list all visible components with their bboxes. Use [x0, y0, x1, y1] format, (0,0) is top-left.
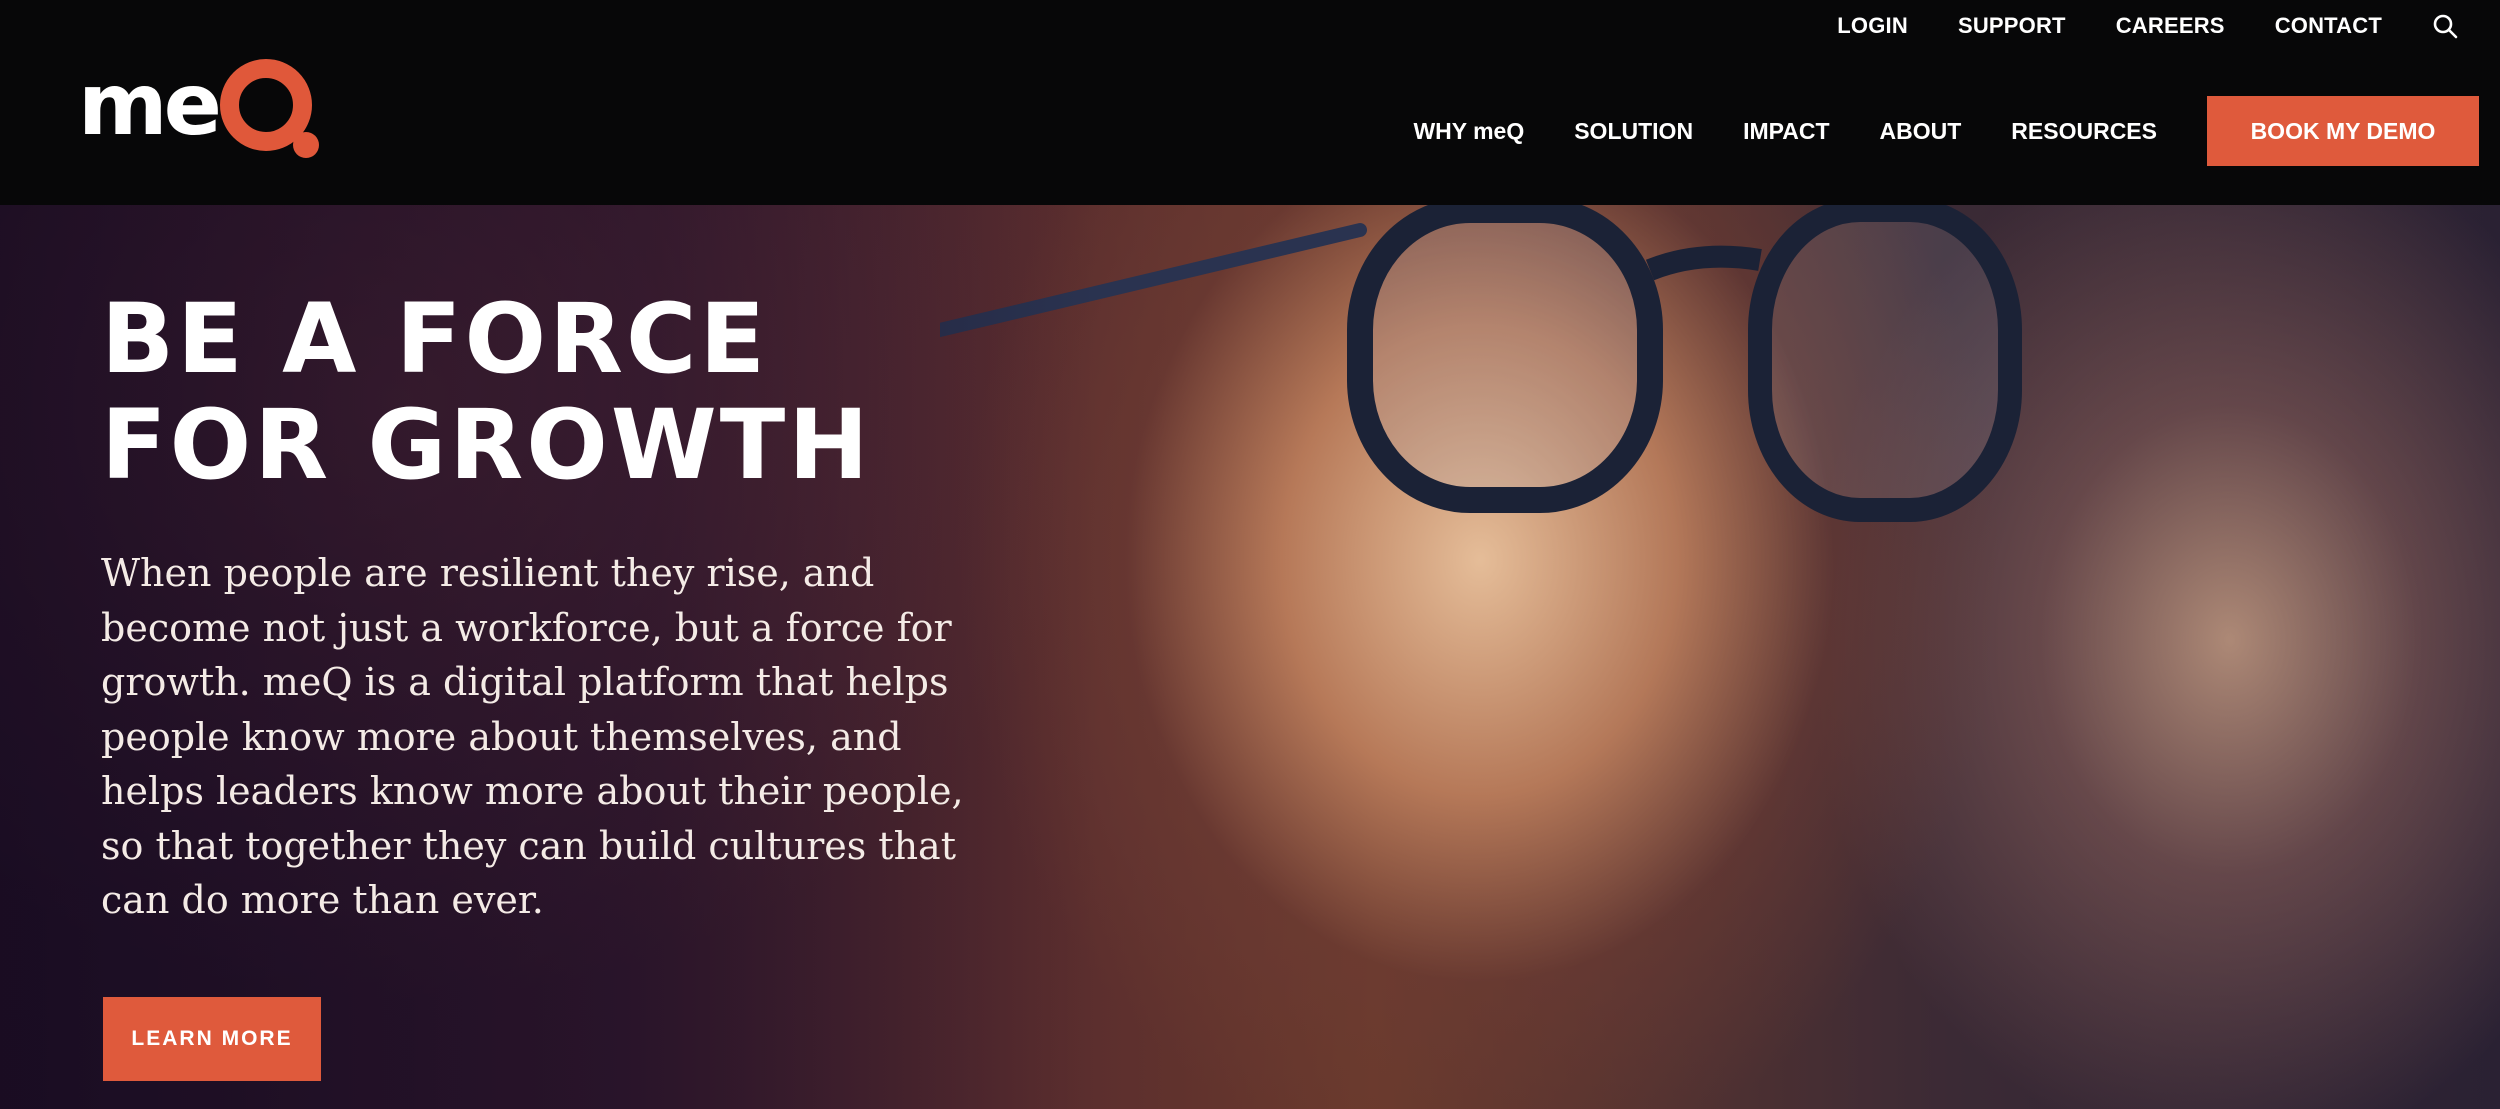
book-demo-button[interactable]: BOOK MY DEMO: [2207, 96, 2479, 166]
utility-link-careers[interactable]: CAREERS: [2116, 13, 2225, 39]
page: me LOGIN SUPPORT CAREERS CONTACT WHY meQ…: [0, 0, 2500, 1109]
nav-item-resources[interactable]: RESOURCES: [2011, 118, 2157, 145]
hero-title-line-1: BE A FORCE: [101, 283, 769, 395]
hero-title: BE A FORCE FOR GROWTH: [101, 286, 1001, 498]
hero-description: When people are resilient they rise, and…: [101, 551, 964, 922]
nav-item-solution[interactable]: SOLUTION: [1574, 118, 1693, 145]
logo-wordmark: me: [78, 54, 222, 155]
search-icon[interactable]: [2432, 13, 2458, 39]
meq-logo[interactable]: me: [78, 52, 319, 158]
utility-link-login[interactable]: LOGIN: [1837, 13, 1908, 39]
site-header: me LOGIN SUPPORT CAREERS CONTACT WHY meQ…: [0, 0, 2500, 205]
utility-link-support[interactable]: SUPPORT: [1958, 13, 2066, 39]
utility-link-contact[interactable]: CONTACT: [2275, 13, 2382, 39]
main-nav: WHY meQ SOLUTION IMPACT ABOUT RESOURCES …: [1413, 96, 2479, 166]
nav-item-why-meq[interactable]: WHY meQ: [1413, 118, 1524, 145]
learn-more-button[interactable]: LEARN MORE: [103, 997, 321, 1081]
utility-nav: LOGIN SUPPORT CAREERS CONTACT: [1837, 10, 2458, 42]
hero-title-line-2: FOR GROWTH: [101, 389, 872, 501]
hero-photo-glasses: [940, 197, 2022, 522]
nav-item-about[interactable]: ABOUT: [1880, 118, 1962, 145]
nav-item-impact[interactable]: IMPACT: [1743, 118, 1829, 145]
logo-q-mark: [219, 58, 319, 158]
